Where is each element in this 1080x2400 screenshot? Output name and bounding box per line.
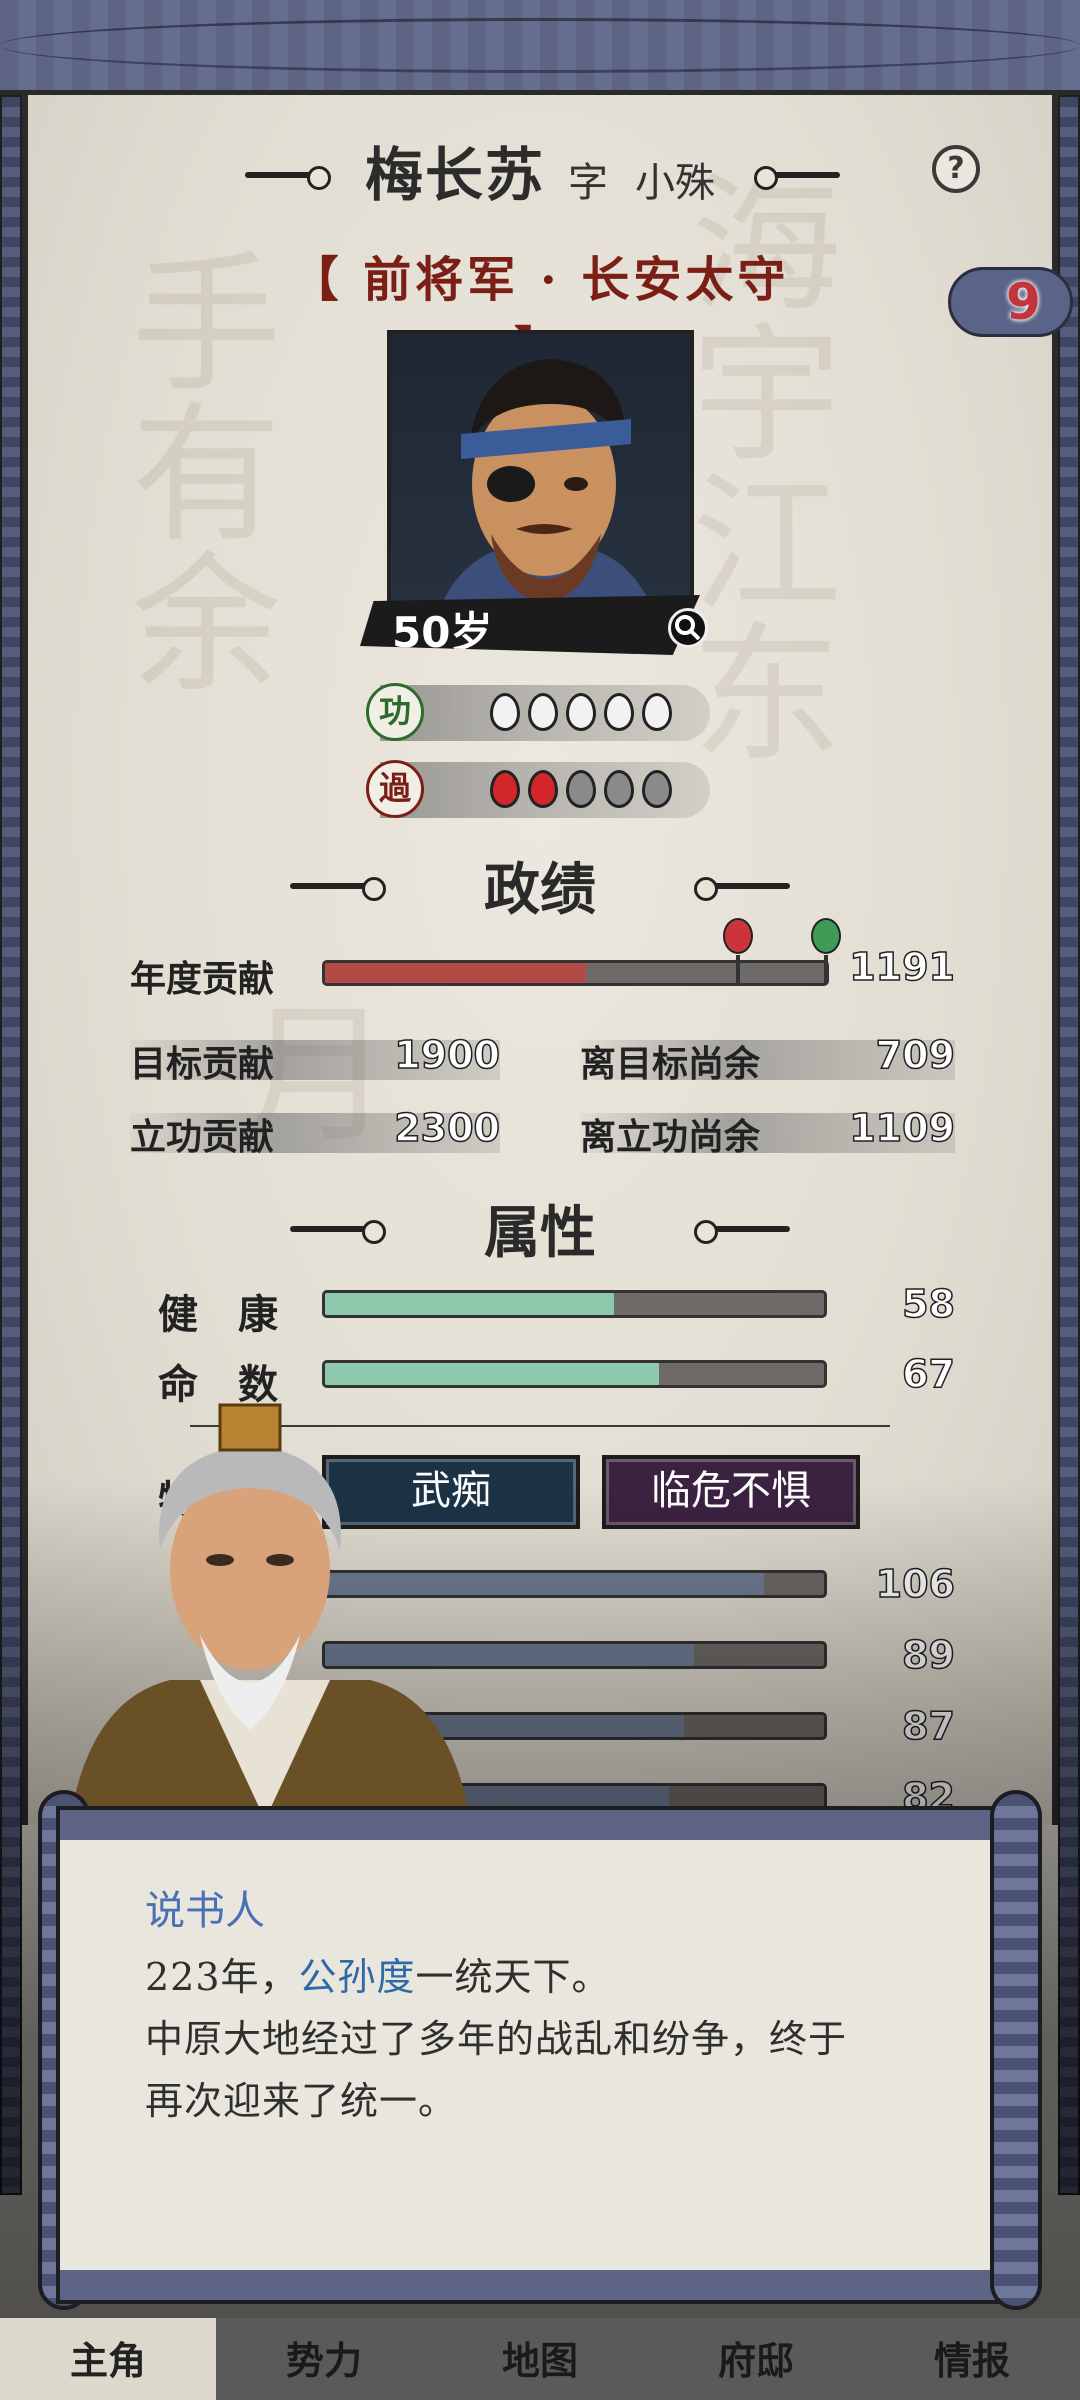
character-portrait[interactable] bbox=[387, 330, 694, 628]
health-bar bbox=[322, 1290, 827, 1318]
title-text: 前将军 · 长安太守 bbox=[363, 252, 790, 308]
merit-contribution-label: 立功贡献 bbox=[130, 1116, 275, 1158]
courtesy-label: 字 bbox=[568, 160, 608, 206]
badge-number: 9 bbox=[1006, 273, 1041, 331]
to-merit-value: 1109 bbox=[848, 1105, 955, 1151]
dialog-line-1-prefix: 223年， bbox=[145, 1955, 299, 1999]
nav-item-mansion[interactable]: 府邸 bbox=[648, 2318, 864, 2400]
dialog-line-1: 223年，公孙度一统天下。 bbox=[145, 1946, 611, 2001]
fault-seal: 過 bbox=[366, 760, 424, 818]
fate-fill bbox=[325, 1363, 660, 1385]
annual-contribution-fill bbox=[325, 963, 586, 983]
fate-value: 67 bbox=[901, 1351, 955, 1397]
dialog-line-3: 再次迎来了统一。 bbox=[145, 2079, 458, 2123]
nav-item-intel[interactable]: 情报 bbox=[864, 2318, 1080, 2400]
nav-item-faction[interactable]: 势力 bbox=[216, 2318, 432, 2400]
title-bracket-left: 【 bbox=[290, 252, 343, 308]
age-tag: 50岁 bbox=[360, 595, 700, 655]
health-value: 58 bbox=[901, 1281, 955, 1327]
character-name: 梅长苏 bbox=[365, 141, 546, 209]
target-contribution-value: 1900 bbox=[393, 1032, 500, 1078]
attributes-ornament-left bbox=[290, 1220, 386, 1244]
top-decorative-band bbox=[0, 0, 1080, 95]
merit-marker-icon bbox=[811, 918, 841, 954]
to-target-label: 离目标尚余 bbox=[580, 1043, 761, 1085]
old-scholar-icon bbox=[70, 1403, 470, 1820]
merit-magatama-icon bbox=[642, 693, 672, 731]
nav-item-protagonist[interactable]: 主角 bbox=[0, 2318, 216, 2400]
header-ornament-right bbox=[754, 166, 840, 190]
health-fill bbox=[325, 1293, 615, 1315]
fate-bar bbox=[322, 1360, 827, 1388]
bottom-navigation: 主角 势力 地图 府邸 情报 bbox=[0, 2318, 1080, 2400]
narrator-portrait bbox=[50, 1400, 480, 1820]
health-label: 健 康 bbox=[158, 1291, 278, 1338]
fault-magatama-icon bbox=[490, 770, 520, 808]
fault-magatama-icon bbox=[528, 770, 558, 808]
merit-magatama-icon bbox=[490, 693, 520, 731]
fault-magatama-icon bbox=[642, 770, 672, 808]
annual-contribution-label: 年度贡献 bbox=[130, 958, 275, 1000]
dialog-highlight-name: 公孙度 bbox=[298, 1955, 416, 1999]
help-button[interactable]: ? bbox=[932, 145, 980, 193]
dialog-line-1-suffix: 一统天下。 bbox=[415, 1955, 611, 1999]
fault-magatama-icon bbox=[566, 770, 596, 808]
achievements-ornament-right bbox=[694, 877, 790, 901]
to-target-value: 709 bbox=[875, 1032, 956, 1078]
courtesy-name: 小殊 bbox=[635, 160, 715, 206]
nav-item-map[interactable]: 地图 bbox=[432, 2318, 648, 2400]
dialog-speaker: 说书人 bbox=[145, 1888, 265, 1934]
dialog-line-2: 中原大地经过了多年的战乱和纷争，终于 bbox=[145, 2017, 848, 2061]
zoom-icon[interactable] bbox=[668, 608, 708, 648]
cloud-badge[interactable]: 9 bbox=[948, 255, 1080, 345]
attributes-title: 属性 bbox=[484, 1200, 596, 1266]
achievements-ornament-left bbox=[290, 877, 386, 901]
merit-seal: 功 bbox=[366, 683, 424, 741]
target-marker-icon bbox=[723, 918, 753, 954]
merit-magatama-icon bbox=[604, 693, 634, 731]
merit-marker-stem bbox=[824, 955, 828, 983]
merit-magatama-icon bbox=[528, 693, 558, 731]
header-ornament-left bbox=[245, 166, 331, 190]
attributes-ornament-right bbox=[694, 1220, 790, 1244]
annual-contribution-value: 1191 bbox=[848, 944, 955, 990]
to-merit-label: 离立功尚余 bbox=[580, 1116, 761, 1158]
target-contribution-label: 目标贡献 bbox=[130, 1043, 275, 1085]
achievements-title: 政绩 bbox=[484, 857, 596, 923]
merit-magatama-icon bbox=[566, 693, 596, 731]
warrior-portrait-icon bbox=[433, 359, 659, 624]
fault-magatama-icon bbox=[604, 770, 634, 808]
merit-contribution-value: 2300 bbox=[393, 1105, 500, 1151]
annual-contribution-bar bbox=[322, 960, 829, 986]
target-marker-stem bbox=[736, 955, 740, 983]
dialog-scroll-right-roll bbox=[990, 1790, 1042, 2310]
